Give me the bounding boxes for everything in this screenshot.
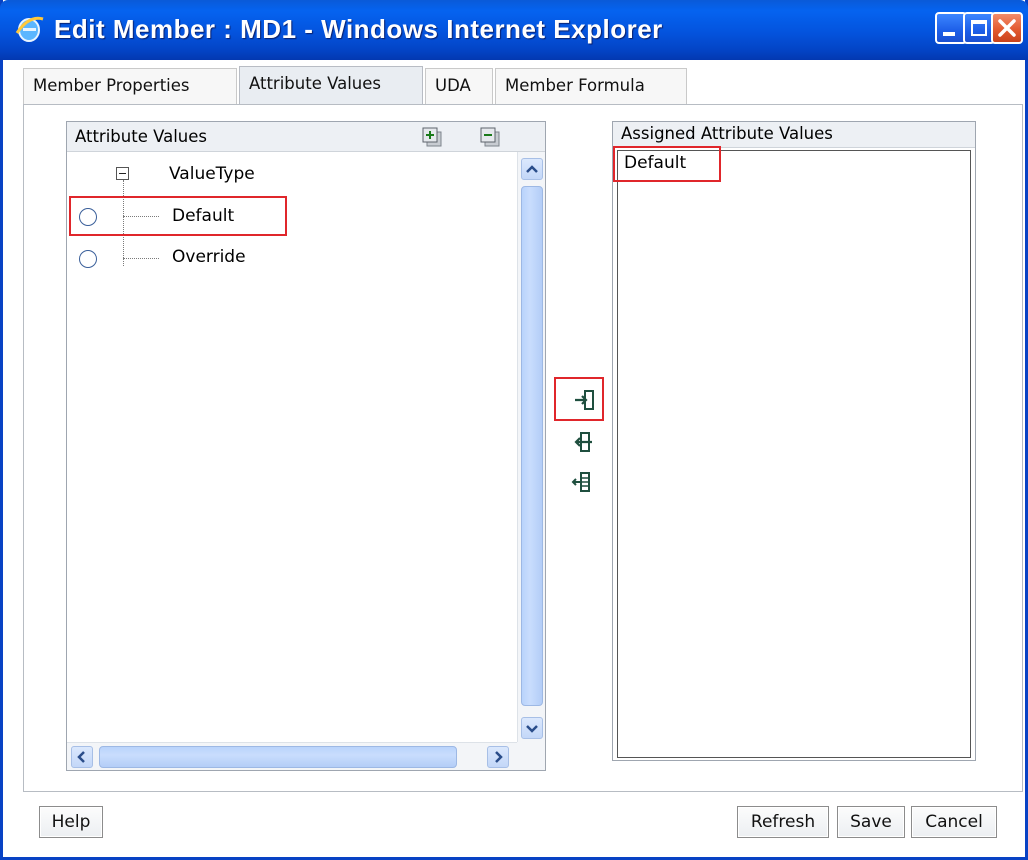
collapse-toggle-icon[interactable] bbox=[116, 167, 129, 180]
vertical-scrollbar[interactable] bbox=[517, 152, 545, 742]
minimize-icon bbox=[943, 32, 955, 36]
tree-header-label: Attribute Values bbox=[75, 127, 208, 146]
tab-strip: Member Properties Attribute Values UDA M… bbox=[3, 60, 1025, 104]
move-left-icon[interactable] bbox=[570, 429, 596, 455]
scroll-right-button[interactable] bbox=[487, 746, 509, 768]
highlight-box-assigned-default bbox=[613, 146, 721, 182]
tab-attribute-values[interactable]: Attribute Values bbox=[239, 66, 423, 104]
tree-item-override[interactable]: Override bbox=[172, 247, 246, 267]
close-icon bbox=[998, 19, 1016, 37]
scroll-up-button[interactable] bbox=[521, 158, 543, 180]
assigned-header-label: Assigned Attribute Values bbox=[621, 124, 833, 143]
maximize-icon bbox=[971, 20, 987, 36]
tree-root-label: ValueType bbox=[169, 164, 255, 184]
scroll-left-button[interactable] bbox=[71, 746, 93, 768]
window-title: Edit Member : MD1 - Windows Internet Exp… bbox=[54, 14, 663, 44]
tree-header: Attribute Values bbox=[67, 122, 545, 152]
tab-member-formula[interactable]: Member Formula bbox=[495, 68, 687, 104]
attribute-values-panel: Attribute Values ValueType Default Overr… bbox=[23, 104, 1023, 792]
horizontal-scroll-thumb[interactable] bbox=[99, 746, 457, 768]
radio-override[interactable] bbox=[79, 250, 97, 268]
assigned-header: Assigned Attribute Values bbox=[613, 122, 975, 148]
close-button[interactable] bbox=[991, 12, 1023, 44]
chevron-up-icon bbox=[526, 165, 538, 173]
save-button[interactable]: Save bbox=[837, 806, 905, 838]
cancel-button[interactable]: Cancel bbox=[911, 806, 997, 838]
title-bar: Edit Member : MD1 - Windows Internet Exp… bbox=[0, 0, 1028, 60]
expand-all-icon[interactable] bbox=[421, 126, 443, 148]
horizontal-scrollbar[interactable] bbox=[67, 742, 517, 770]
chevron-down-icon bbox=[526, 725, 538, 733]
tab-member-properties[interactable]: Member Properties bbox=[23, 68, 237, 104]
move-all-left-icon[interactable] bbox=[570, 469, 596, 495]
refresh-button[interactable]: Refresh bbox=[737, 806, 829, 838]
vertical-scroll-thumb[interactable] bbox=[521, 186, 543, 706]
scrollbar-corner bbox=[517, 742, 545, 770]
help-button[interactable]: Help bbox=[39, 806, 103, 838]
collapse-all-icon[interactable] bbox=[479, 126, 501, 148]
tab-uda[interactable]: UDA bbox=[425, 68, 493, 104]
attribute-values-tree: Attribute Values ValueType Default Overr… bbox=[66, 121, 546, 771]
scroll-down-button[interactable] bbox=[521, 717, 543, 739]
internet-explorer-icon bbox=[15, 16, 44, 42]
highlight-box-default bbox=[69, 196, 287, 236]
assigned-attribute-values: Assigned Attribute Values Default bbox=[612, 121, 976, 761]
tree-connector bbox=[123, 258, 159, 259]
chevron-right-icon bbox=[495, 751, 503, 763]
highlight-box-move-right bbox=[554, 377, 604, 421]
dialog-window: Edit Member : MD1 - Windows Internet Exp… bbox=[0, 0, 1028, 860]
chevron-left-icon bbox=[77, 751, 85, 763]
assigned-list[interactable]: Default bbox=[617, 150, 971, 758]
